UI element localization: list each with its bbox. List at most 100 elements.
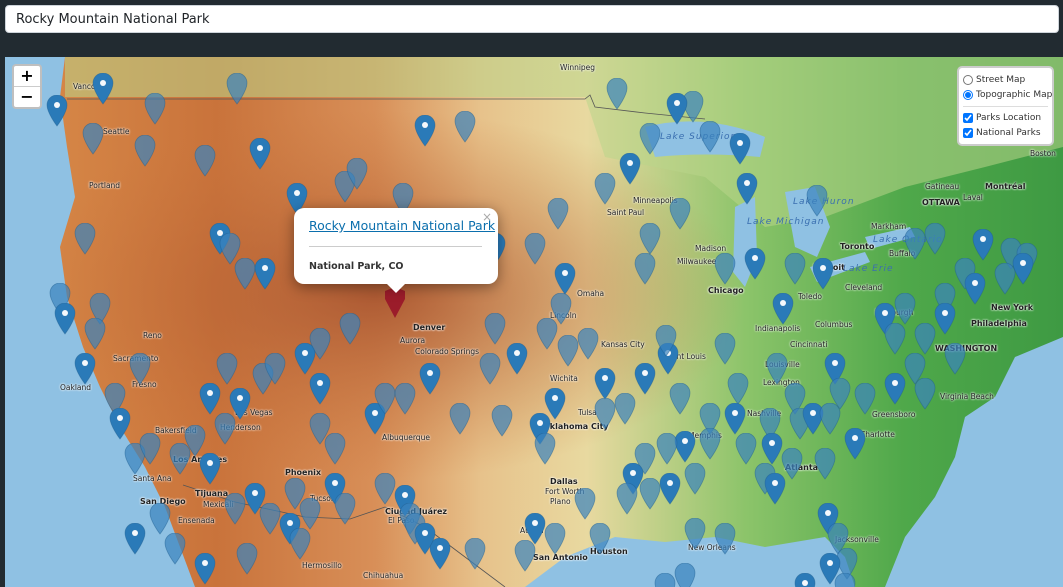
park-marker[interactable] (224, 493, 246, 525)
park-marker[interactable] (699, 121, 721, 153)
park-marker[interactable] (594, 398, 616, 430)
zoom-out-button[interactable]: − (14, 86, 40, 107)
park-marker[interactable] (199, 453, 221, 485)
park-marker[interactable] (884, 323, 906, 355)
park-marker[interactable] (547, 198, 569, 230)
park-marker[interactable] (829, 378, 851, 410)
street-map-radio[interactable] (963, 74, 973, 85)
park-marker[interactable] (514, 540, 536, 572)
park-marker[interactable] (264, 353, 286, 385)
park-marker[interactable] (464, 538, 486, 570)
park-marker[interactable] (766, 353, 788, 385)
park-marker[interactable] (656, 433, 678, 465)
park-marker[interactable] (544, 523, 566, 555)
park-marker[interactable] (761, 433, 783, 465)
park-marker[interactable] (139, 433, 161, 465)
park-marker[interactable] (894, 293, 916, 325)
park-marker[interactable] (714, 333, 736, 365)
park-marker[interactable] (194, 145, 216, 177)
park-marker[interactable] (54, 303, 76, 335)
park-marker[interactable] (124, 523, 146, 555)
park-marker[interactable] (324, 433, 346, 465)
park-marker[interactable] (216, 353, 238, 385)
park-marker[interactable] (714, 253, 736, 285)
park-marker[interactable] (374, 383, 396, 415)
park-marker[interactable] (616, 483, 638, 515)
park-marker[interactable] (506, 343, 528, 375)
park-marker[interactable] (309, 328, 331, 360)
park-marker[interactable] (484, 313, 506, 345)
park-marker[interactable] (972, 229, 994, 261)
park-marker[interactable] (479, 353, 501, 385)
park-marker[interactable] (594, 368, 616, 400)
park-marker[interactable] (164, 533, 186, 565)
park-marker[interactable] (684, 463, 706, 495)
parks-location-checkbox[interactable] (963, 112, 973, 123)
park-marker[interactable] (806, 185, 828, 217)
park-marker[interactable] (134, 135, 156, 167)
park-marker[interactable] (814, 448, 836, 480)
park-marker[interactable] (639, 223, 661, 255)
park-marker[interactable] (699, 428, 721, 460)
park-marker[interactable] (714, 523, 736, 555)
park-marker[interactable] (346, 158, 368, 190)
park-marker[interactable] (374, 473, 396, 505)
park-marker[interactable] (674, 563, 696, 587)
park-marker[interactable] (226, 73, 248, 105)
park-marker[interactable] (764, 473, 786, 505)
park-marker[interactable] (309, 373, 331, 405)
park-marker[interactable] (299, 498, 321, 530)
park-marker[interactable] (655, 325, 677, 357)
park-marker[interactable] (414, 523, 436, 555)
park-marker[interactable] (419, 363, 441, 395)
park-marker[interactable] (454, 111, 476, 143)
park-marker[interactable] (74, 223, 96, 255)
park-marker[interactable] (74, 353, 96, 385)
park-marker[interactable] (589, 523, 611, 555)
park-marker[interactable] (46, 95, 68, 127)
park-marker[interactable] (669, 198, 691, 230)
topographic-map-radio[interactable] (963, 89, 973, 100)
park-marker[interactable] (735, 433, 757, 465)
park-marker[interactable] (634, 253, 656, 285)
park-marker[interactable] (414, 115, 436, 147)
park-marker[interactable] (772, 293, 794, 325)
park-marker[interactable] (812, 258, 834, 290)
park-marker[interactable] (854, 383, 876, 415)
park-marker[interactable] (639, 478, 661, 510)
overlay-parks-location[interactable]: Parks Location (963, 110, 1048, 125)
popup-park-link[interactable]: Rocky Mountain National Park (309, 218, 495, 233)
park-marker[interactable] (727, 373, 749, 405)
park-marker[interactable] (724, 403, 746, 435)
park-marker[interactable] (339, 313, 361, 345)
park-marker[interactable] (129, 353, 151, 385)
park-marker[interactable] (654, 573, 676, 587)
park-marker[interactable] (536, 318, 558, 350)
overlay-national-parks[interactable]: National Parks (963, 125, 1048, 140)
park-marker[interactable] (92, 73, 114, 105)
layer-street-map[interactable]: Street Map (963, 72, 1048, 87)
park-marker[interactable] (574, 488, 596, 520)
park-marker[interactable] (884, 373, 906, 405)
park-marker[interactable] (109, 408, 131, 440)
park-marker[interactable] (199, 383, 221, 415)
park-marker[interactable] (554, 263, 576, 295)
park-marker[interactable] (229, 388, 251, 420)
park-marker[interactable] (82, 123, 104, 155)
park-marker[interactable] (254, 258, 276, 290)
park-marker[interactable] (729, 133, 751, 165)
park-marker[interactable] (614, 393, 636, 425)
park-marker[interactable] (666, 93, 688, 125)
park-marker[interactable] (234, 258, 256, 290)
layer-topographic-map[interactable]: Topographic Map (963, 87, 1052, 102)
park-marker[interactable] (669, 383, 691, 415)
park-marker[interactable] (491, 405, 513, 437)
park-marker[interactable] (84, 318, 106, 350)
park-marker[interactable] (844, 428, 866, 460)
park-marker[interactable] (334, 493, 356, 525)
park-marker[interactable] (557, 335, 579, 367)
park-marker[interactable] (639, 123, 661, 155)
park-marker[interactable] (594, 173, 616, 205)
park-marker[interactable] (914, 378, 936, 410)
park-marker[interactable] (236, 543, 258, 575)
